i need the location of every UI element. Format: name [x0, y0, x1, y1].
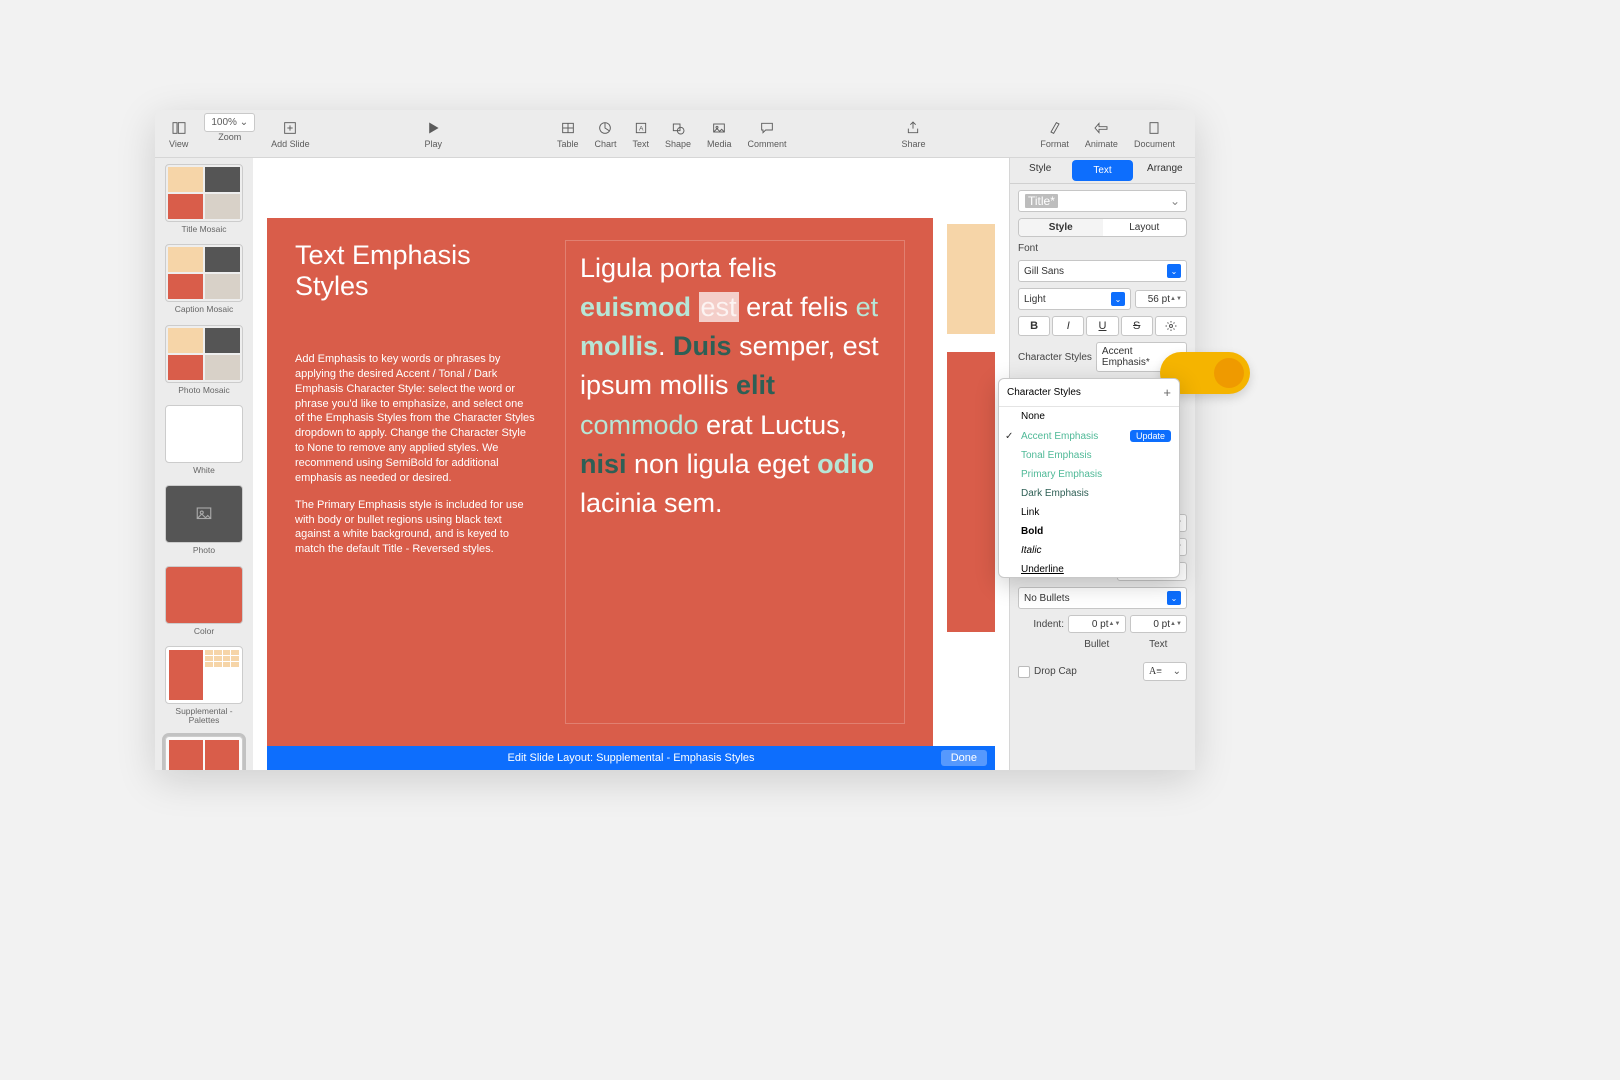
- font-size-field[interactable]: 56 pt▲▼: [1135, 290, 1187, 308]
- thumb-supplemental-palettes[interactable]: Supplemental - Palettes: [165, 646, 243, 732]
- animate-button[interactable]: Animate: [1077, 119, 1126, 149]
- segment-layout: Layout: [1103, 219, 1187, 236]
- charstyle-italic[interactable]: Italic: [999, 541, 1179, 560]
- table-button[interactable]: Table: [549, 119, 587, 149]
- charstyle-tonal-emphasis[interactable]: Tonal Emphasis: [999, 446, 1179, 465]
- text-button[interactable]: AText: [624, 119, 657, 149]
- paragraph-style-dropdown[interactable]: Title* ⌄: [1018, 190, 1187, 212]
- charstyle-none[interactable]: None: [999, 407, 1179, 426]
- thumb-caption-mosaic[interactable]: Caption Mosaic: [165, 244, 243, 320]
- media-button[interactable]: Media: [699, 119, 740, 149]
- decorative-bars: [947, 218, 995, 746]
- character-styles-popover: Character Styles + None✓Accent EmphasisU…: [998, 378, 1180, 578]
- thumb-white[interactable]: White: [165, 405, 243, 481]
- font-label: Font: [1018, 243, 1187, 254]
- sample-text-box[interactable]: Ligula porta felis euismod est erat feli…: [565, 240, 905, 724]
- bold-button[interactable]: B: [1018, 316, 1050, 336]
- thumb-supplemental-emphasis-styles[interactable]: Supplemental - Emphasis Styles: [165, 736, 243, 770]
- italic-button[interactable]: I: [1052, 316, 1084, 336]
- done-button[interactable]: Done: [941, 750, 987, 766]
- slide-canvas: Text Emphasis Styles Add Emphasis to key…: [253, 158, 1009, 770]
- svg-text:A: A: [639, 125, 644, 132]
- slide-heading[interactable]: Text Emphasis Styles: [295, 240, 535, 302]
- slide-body-2[interactable]: The Primary Emphasis style is included f…: [295, 498, 535, 557]
- slide-body[interactable]: Text Emphasis Styles Add Emphasis to key…: [267, 218, 933, 746]
- share-button[interactable]: Share: [893, 119, 933, 149]
- charstyle-bold[interactable]: Bold: [999, 522, 1179, 541]
- edit-layout-text: Edit Slide Layout: Supplemental - Emphas…: [507, 752, 754, 764]
- charstyle-link[interactable]: Link: [999, 503, 1179, 522]
- thumb-photo-mosaic[interactable]: Photo Mosaic: [165, 325, 243, 401]
- charstyle-dark-emphasis[interactable]: Dark Emphasis: [999, 484, 1179, 503]
- strike-button[interactable]: S: [1121, 316, 1153, 336]
- slide-body-1[interactable]: Add Emphasis to key words or phrases by …: [295, 352, 535, 486]
- segment-style: Style: [1019, 219, 1103, 236]
- chart-button[interactable]: Chart: [586, 119, 624, 149]
- play-button[interactable]: Play: [417, 119, 451, 149]
- edit-layout-bar: Edit Slide Layout: Supplemental - Emphas…: [267, 746, 995, 770]
- document-button[interactable]: Document: [1126, 119, 1183, 149]
- underline-button[interactable]: U: [1086, 316, 1118, 336]
- font-family-dropdown[interactable]: Gill Sans⌄: [1018, 260, 1187, 282]
- bullets-mode-dropdown[interactable]: No Bullets⌄: [1018, 587, 1187, 609]
- charstyle-underline[interactable]: Underline: [999, 560, 1179, 577]
- view-button[interactable]: View: [161, 119, 196, 149]
- charstyle-accent-emphasis[interactable]: ✓Accent EmphasisUpdate: [999, 426, 1179, 446]
- slide-navigator[interactable]: Title MosaicCaption MosaicPhoto MosaicWh…: [155, 158, 253, 770]
- font-options-button[interactable]: [1155, 316, 1187, 336]
- popover-title: Character Styles: [1007, 387, 1081, 398]
- indent-text-field[interactable]: 0 pt▲▼: [1130, 615, 1188, 633]
- charstyles-label: Character Styles: [1018, 352, 1092, 363]
- tab-arrange[interactable]: Arrange: [1135, 158, 1195, 183]
- zoom-dropdown[interactable]: 100% ⌄Zoom: [196, 125, 263, 142]
- dropcap-checkbox[interactable]: [1018, 666, 1030, 678]
- toggle-knob: [1214, 358, 1244, 388]
- thumb-title-mosaic[interactable]: Title Mosaic: [165, 164, 243, 240]
- dropcap-label: Drop Cap: [1034, 666, 1077, 677]
- format-button[interactable]: Format: [1032, 119, 1077, 149]
- comment-button[interactable]: Comment: [740, 119, 795, 149]
- view-label: View: [169, 139, 188, 149]
- style-layout-segmented[interactable]: Style Layout: [1018, 218, 1187, 237]
- indent-bullet-field[interactable]: 0 pt▲▼: [1068, 615, 1126, 633]
- shape-button[interactable]: Shape: [657, 119, 699, 149]
- dropcap-style-dropdown[interactable]: A≡⌄: [1143, 662, 1187, 681]
- thumb-photo[interactable]: Photo: [165, 485, 243, 561]
- thumb-color[interactable]: Color: [165, 566, 243, 642]
- tab-style[interactable]: Style: [1010, 158, 1070, 183]
- add-style-button[interactable]: +: [1163, 385, 1171, 400]
- update-style-button[interactable]: Update: [1130, 430, 1171, 442]
- add-slide-label: Add Slide: [271, 139, 310, 149]
- indent-label: Indent:: [1018, 619, 1064, 630]
- charstyle-primary-emphasis[interactable]: Primary Emphasis: [999, 465, 1179, 484]
- toolbar: View 100% ⌄Zoom Add Slide Play Table Cha…: [155, 110, 1195, 158]
- character-styles-list: None✓Accent EmphasisUpdateTonal Emphasis…: [999, 407, 1179, 577]
- add-slide-button[interactable]: Add Slide: [263, 119, 318, 149]
- tab-text[interactable]: Text: [1072, 160, 1132, 181]
- font-weight-dropdown[interactable]: Light⌄: [1018, 288, 1131, 310]
- zoom-label: Zoom: [218, 132, 241, 142]
